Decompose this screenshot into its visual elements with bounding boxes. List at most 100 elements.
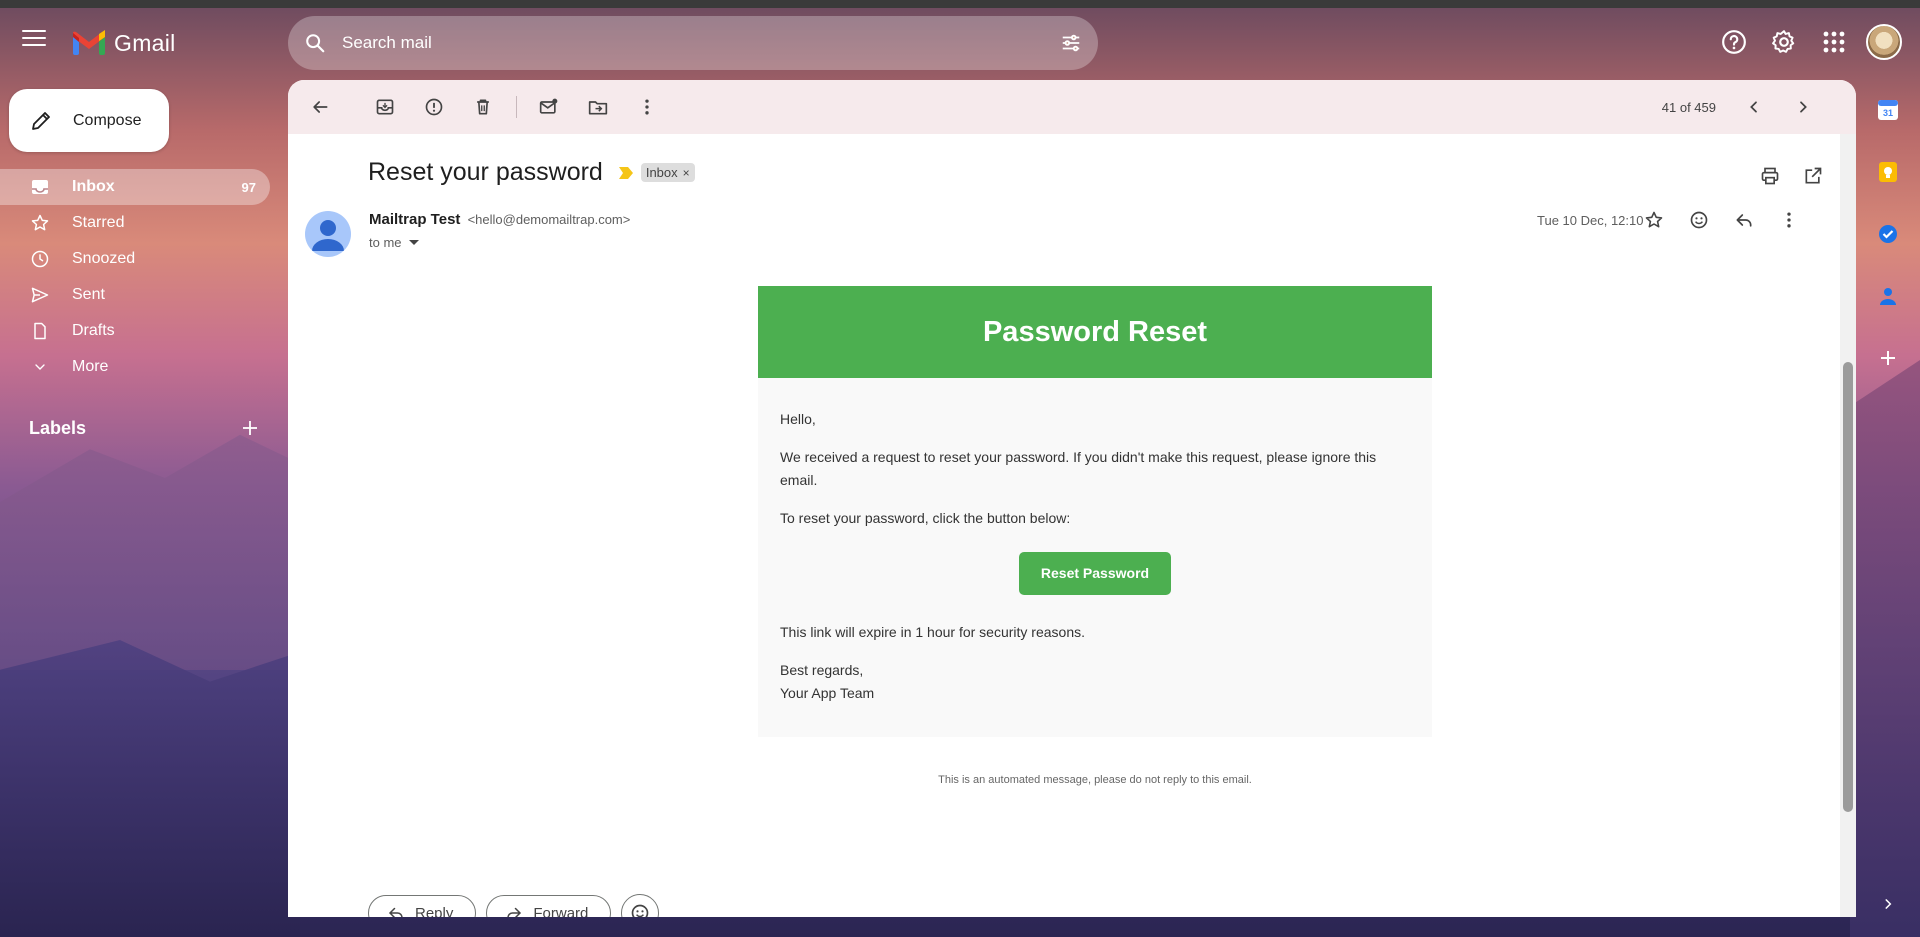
reply-arrow-icon[interactable] [1726, 202, 1762, 238]
importance-marker-icon[interactable] [618, 166, 633, 179]
email-content: Password Reset Hello, We received a requ… [758, 286, 1432, 737]
sidebar-item-label: More [72, 358, 109, 375]
sidebar-item-more[interactable]: More [0, 349, 270, 385]
sidebar-item-label: Sent [72, 286, 105, 303]
header-actions [1716, 24, 1902, 60]
recipient-text: to me [369, 235, 402, 250]
sidebar-nav: Inbox 97 Starred Snoozed Sent Drafts Mor… [0, 169, 270, 385]
main-menu-button[interactable] [22, 30, 46, 48]
sidebar-item-label: Starred [72, 214, 125, 231]
expand-side-panel-chevron-icon[interactable] [1876, 892, 1900, 916]
star-icon[interactable] [1636, 202, 1672, 238]
background-mountain [1850, 360, 1920, 937]
mark-unread-icon[interactable] [529, 87, 569, 127]
label-chip-inbox: Inbox × [640, 163, 695, 182]
inbox-icon [30, 177, 50, 197]
sender-email: <hello@demomailtrap.com> [467, 212, 631, 227]
inbox-unread-count: 97 [241, 179, 256, 195]
forward-button[interactable]: Forward [486, 895, 612, 918]
reset-password-button[interactable]: Reset Password [1018, 552, 1172, 595]
clock-icon [30, 249, 50, 269]
svg-text:31: 31 [1883, 108, 1893, 118]
pager-count: 41 of 459 [1661, 99, 1716, 115]
forward-arrow-icon [507, 907, 522, 917]
report-spam-icon[interactable] [414, 87, 454, 127]
older-chevron-right-icon[interactable] [1783, 87, 1823, 127]
sidebar-item-drafts[interactable]: Drafts [0, 313, 270, 349]
compose-button[interactable]: Compose [9, 89, 169, 152]
sender-avatar [305, 211, 351, 257]
add-label-plus-icon[interactable] [240, 418, 260, 438]
email-paragraph: We received a request to reset your pass… [780, 449, 1377, 488]
caret-down-icon [408, 240, 419, 245]
gmail-m-icon [73, 30, 105, 55]
message-actions [1627, 202, 1807, 238]
add-reaction-emoji-icon[interactable] [1681, 202, 1717, 238]
open-in-new-window-icon[interactable] [1797, 160, 1829, 192]
react-emoji-icon[interactable] [621, 894, 660, 917]
back-arrow-icon[interactable] [300, 87, 340, 127]
delete-trash-icon[interactable] [463, 87, 503, 127]
search-icon[interactable] [288, 16, 342, 70]
keep-icon[interactable] [1868, 152, 1908, 192]
google-apps-icon[interactable] [1816, 24, 1852, 60]
pagination: 41 of 459 [1662, 87, 1832, 127]
more-vertical-icon[interactable] [627, 87, 667, 127]
search-input[interactable] [342, 33, 1044, 53]
more-vertical-icon[interactable] [1771, 202, 1807, 238]
sidebar-item-starred[interactable]: Starred [0, 205, 270, 241]
scrollbar-thumb[interactable] [1843, 362, 1853, 812]
archive-icon[interactable] [365, 87, 405, 127]
email-body: Hello, We received a request to reset yo… [758, 378, 1432, 737]
email-team: Your App Team [780, 685, 875, 701]
contacts-icon[interactable] [1868, 276, 1908, 316]
sender-name[interactable]: Mailtrap Test [369, 211, 460, 228]
add-addon-plus-icon[interactable] [1868, 338, 1908, 378]
background-mountain [0, 434, 300, 670]
scrollbar[interactable] [1840, 134, 1856, 917]
send-icon [30, 285, 50, 305]
gmail-logo[interactable]: Gmail [72, 28, 176, 58]
sidebar-item-label: Drafts [72, 322, 115, 339]
labels-heading: Labels [29, 418, 87, 438]
email-banner: Password Reset [758, 286, 1432, 378]
help-icon[interactable] [1716, 24, 1752, 60]
sidebar-item-sent[interactable]: Sent [0, 277, 270, 313]
move-to-folder-icon[interactable] [578, 87, 618, 127]
recipient-details-toggle[interactable]: to me [369, 235, 419, 250]
forward-label: Forward [533, 904, 589, 918]
message-toolbar: 41 of 459 [288, 80, 1856, 134]
side-panel-rail: 31 [1868, 90, 1908, 400]
window-top-strip [0, 0, 1920, 8]
sidebar-item-snoozed[interactable]: Snoozed [0, 241, 270, 277]
sender-line: Mailtrap Test <hello@demomailtrap.com> [369, 211, 630, 228]
reply-button[interactable]: Reply [368, 895, 477, 918]
message-subject: Reset your password [368, 158, 603, 186]
email-greeting: Hello, [780, 411, 816, 427]
print-icon[interactable] [1754, 160, 1786, 192]
email-footer-note: This is an automated message, please do … [938, 774, 1252, 786]
calendar-icon[interactable]: 31 [1868, 90, 1908, 130]
sidebar-item-label: Inbox [72, 178, 115, 195]
toolbar-divider [516, 96, 517, 118]
search-options-icon[interactable] [1044, 16, 1098, 70]
email-banner-title: Password Reset [982, 315, 1208, 348]
background-mountain [0, 640, 300, 937]
email-button-wrapper: Reset Password [780, 552, 1410, 595]
settings-gear-icon[interactable] [1766, 24, 1802, 60]
draft-icon [30, 321, 50, 341]
gmail-wordmark: Gmail [114, 29, 176, 56]
subject-row: Reset your password Inbox × [368, 158, 695, 187]
sidebar-item-label: Snoozed [72, 250, 136, 267]
remove-label-close-icon[interactable]: × [683, 166, 690, 180]
compose-label: Compose [73, 111, 142, 129]
reply-arrow-icon [388, 907, 403, 917]
tasks-icon[interactable] [1868, 214, 1908, 254]
label-chip-text: Inbox [645, 165, 678, 180]
sidebar-item-inbox[interactable]: Inbox 97 [0, 169, 270, 205]
reply-actions-row: Reply Forward [368, 894, 660, 918]
reply-label: Reply [415, 904, 454, 918]
account-avatar[interactable] [1866, 24, 1902, 60]
newer-chevron-left-icon[interactable] [1734, 87, 1774, 127]
search-bar[interactable] [288, 16, 1098, 70]
